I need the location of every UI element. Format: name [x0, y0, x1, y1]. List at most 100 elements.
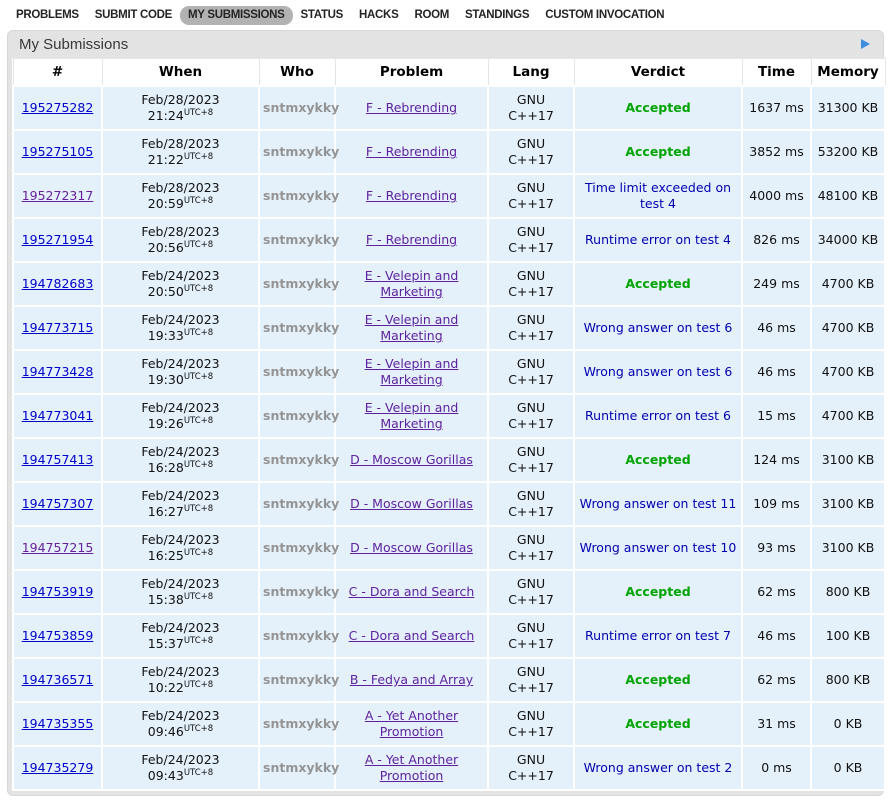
submission-id-link[interactable]: 194757413	[22, 452, 94, 467]
who-cell: sntmxykky	[259, 130, 335, 174]
who-cell: sntmxykky	[259, 86, 335, 130]
memory-label: 3100 KB	[822, 540, 875, 555]
problem-link[interactable]: E - Velepin and Marketing	[365, 400, 459, 431]
lang-cell: GNU C++17	[488, 482, 574, 526]
when-cell: Feb/28/2023 20:59UTC+8	[102, 174, 259, 218]
verdict-label: Wrong answer on test 11	[580, 496, 737, 511]
problem-link[interactable]: A - Yet Another Promotion	[365, 752, 458, 783]
verdict-label: Accepted	[625, 584, 690, 599]
submission-time: 19:33UTC+8	[106, 328, 255, 344]
expand-arrow-icon[interactable]	[861, 39, 870, 49]
exec-time-label: 4000 ms	[749, 188, 803, 203]
submission-id-link[interactable]: 194753919	[22, 584, 94, 599]
timezone-label: UTC+8	[184, 636, 213, 646]
who-cell: sntmxykky	[259, 174, 335, 218]
timezone-label: UTC+8	[184, 328, 213, 338]
problem-link[interactable]: F - Rebrending	[366, 232, 457, 247]
tab-status[interactable]: STATUS	[293, 6, 352, 25]
memory-label: 34000 KB	[818, 232, 879, 247]
verdict-cell: Accepted	[574, 570, 742, 614]
problem-cell: B - Fedya and Array	[335, 658, 488, 702]
submission-id-link[interactable]: 194757307	[22, 496, 94, 511]
when-cell: Feb/24/2023 16:25UTC+8	[102, 526, 259, 570]
submission-id-link[interactable]: 195275282	[22, 100, 94, 115]
who-cell: sntmxykky	[259, 394, 335, 438]
id-cell: 194735279	[13, 746, 102, 790]
problem-link[interactable]: F - Rebrending	[366, 100, 457, 115]
memory-cell: 53200 KB	[811, 130, 885, 174]
id-cell: 194773428	[13, 350, 102, 394]
problem-link[interactable]: F - Rebrending	[366, 144, 457, 159]
when-cell: Feb/24/2023 16:27UTC+8	[102, 482, 259, 526]
tab-room[interactable]: ROOM	[406, 6, 457, 25]
submission-id-link[interactable]: 194782683	[22, 276, 94, 291]
problem-link[interactable]: D - Moscow Gorillas	[350, 452, 473, 467]
verdict-cell: Time limit exceeded on test 4	[574, 174, 742, 218]
lang-cell: GNU C++17	[488, 350, 574, 394]
time-cell: 124 ms	[742, 438, 811, 482]
problem-link[interactable]: C - Dora and Search	[349, 628, 475, 643]
submission-id-link[interactable]: 194773041	[22, 408, 94, 423]
submission-id-link[interactable]: 194735355	[22, 716, 94, 731]
verdict-cell: Accepted	[574, 658, 742, 702]
verdict-cell: Wrong answer on test 10	[574, 526, 742, 570]
submission-id-link[interactable]: 194753859	[22, 628, 94, 643]
tab-custom-invocation[interactable]: CUSTOM INVOCATION	[537, 6, 672, 25]
submission-date: Feb/24/2023	[106, 752, 255, 768]
author-handle: sntmxykky	[263, 276, 339, 291]
memory-cell: 31300 KB	[811, 86, 885, 130]
timezone-label: UTC+8	[184, 240, 213, 250]
submission-time: 15:37UTC+8	[106, 636, 255, 652]
author-handle: sntmxykky	[263, 496, 339, 511]
tab-hacks[interactable]: HACKS	[351, 6, 406, 25]
language-label: GNU C++17	[505, 620, 557, 651]
lang-cell: GNU C++17	[488, 130, 574, 174]
problem-link[interactable]: C - Dora and Search	[349, 584, 475, 599]
submission-id-link[interactable]: 194735279	[22, 760, 94, 775]
exec-time-label: 249 ms	[753, 276, 800, 291]
id-cell: 194773041	[13, 394, 102, 438]
memory-cell: 4700 KB	[811, 262, 885, 306]
exec-time-label: 1637 ms	[749, 100, 803, 115]
problem-link[interactable]: E - Velepin and Marketing	[365, 356, 459, 387]
problem-link[interactable]: D - Moscow Gorillas	[350, 496, 473, 511]
memory-label: 4700 KB	[822, 320, 875, 335]
tab-standings[interactable]: STANDINGS	[457, 6, 537, 25]
submission-id-link[interactable]: 194773428	[22, 364, 94, 379]
verdict-cell: Runtime error on test 6	[574, 394, 742, 438]
problem-link[interactable]: D - Moscow Gorillas	[350, 540, 473, 555]
id-cell: 194757215	[13, 526, 102, 570]
tab-problems[interactable]: PROBLEMS	[8, 6, 87, 25]
submission-time: 20:50UTC+8	[106, 284, 255, 300]
submission-time: 20:56UTC+8	[106, 240, 255, 256]
submission-id-link[interactable]: 195275105	[22, 144, 94, 159]
memory-label: 31300 KB	[818, 100, 879, 115]
author-handle: sntmxykky	[263, 760, 339, 775]
who-cell: sntmxykky	[259, 438, 335, 482]
verdict-label: Wrong answer on test 6	[584, 364, 733, 379]
problem-link[interactable]: F - Rebrending	[366, 188, 457, 203]
problem-cell: A - Yet Another Promotion	[335, 746, 488, 790]
problem-link[interactable]: B - Fedya and Array	[350, 672, 473, 687]
problem-link[interactable]: E - Velepin and Marketing	[365, 268, 459, 299]
submission-date: Feb/24/2023	[106, 356, 255, 372]
submission-date: Feb/28/2023	[106, 92, 255, 108]
submission-id-link[interactable]: 195272317	[22, 188, 94, 203]
submission-id-link[interactable]: 194773715	[22, 320, 94, 335]
submission-date: Feb/24/2023	[106, 576, 255, 592]
problem-link[interactable]: A - Yet Another Promotion	[365, 708, 458, 739]
verdict-label: Accepted	[625, 144, 690, 159]
submission-id-link[interactable]: 194757215	[22, 540, 94, 555]
problem-link[interactable]: E - Velepin and Marketing	[365, 312, 459, 343]
tab-my-submissions[interactable]: MY SUBMISSIONS	[180, 6, 293, 25]
submission-id-link[interactable]: 195271954	[22, 232, 94, 247]
exec-time-label: 46 ms	[757, 364, 796, 379]
tab-submit-code[interactable]: SUBMIT CODE	[87, 6, 180, 25]
verdict-cell: Wrong answer on test 6	[574, 306, 742, 350]
id-cell: 194782683	[13, 262, 102, 306]
timezone-label: UTC+8	[184, 284, 213, 294]
column-header-id: #	[13, 59, 102, 87]
memory-cell: 0 KB	[811, 746, 885, 790]
table-row: 194773041 Feb/24/2023 19:26UTC+8 sntmxyk…	[13, 394, 885, 438]
submission-id-link[interactable]: 194736571	[22, 672, 94, 687]
